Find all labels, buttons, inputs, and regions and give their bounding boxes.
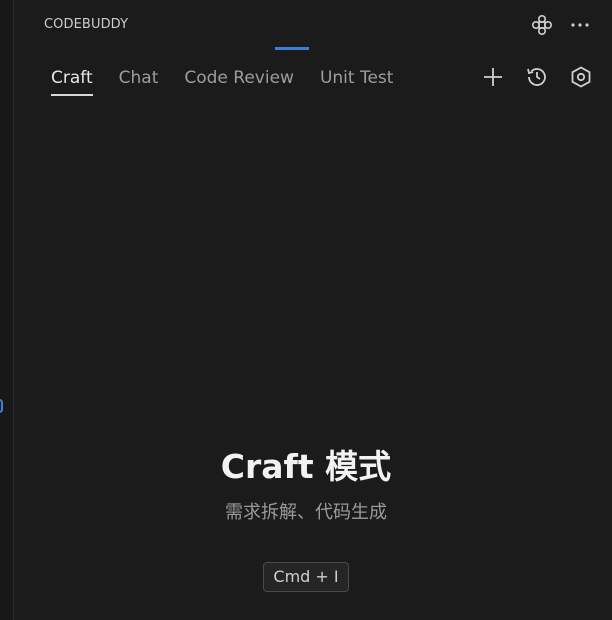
plugin-icon[interactable] [530, 13, 554, 37]
tab-craft[interactable]: Craft [38, 64, 106, 96]
progress-indicator [275, 47, 309, 50]
tab-chat[interactable]: Chat [106, 64, 172, 96]
add-icon[interactable] [480, 64, 506, 90]
history-icon[interactable] [524, 64, 550, 90]
empty-state: Craft 模式 需求拆解、代码生成 [0, 440, 612, 524]
mode-subtitle: 需求拆解、代码生成 [225, 502, 387, 523]
shortcut-area: Cmd + I [0, 562, 612, 592]
shortcut-key-hint: Cmd + I [263, 562, 349, 592]
tab-unit-test[interactable]: Unit Test [307, 64, 407, 96]
sidebar-handle-icon[interactable] [0, 399, 3, 413]
mode-title: Craft 模式 [220, 447, 392, 486]
mode-tabs: Craft Chat Code Review Unit Test [38, 64, 406, 96]
panel-title: CODEBUDDY [44, 17, 129, 32]
toolbar [480, 64, 594, 90]
activity-bar-edge [0, 0, 14, 620]
header-actions [530, 13, 592, 37]
settings-icon[interactable] [568, 64, 594, 90]
tab-code-review[interactable]: Code Review [171, 64, 307, 96]
more-icon[interactable] [568, 13, 592, 37]
